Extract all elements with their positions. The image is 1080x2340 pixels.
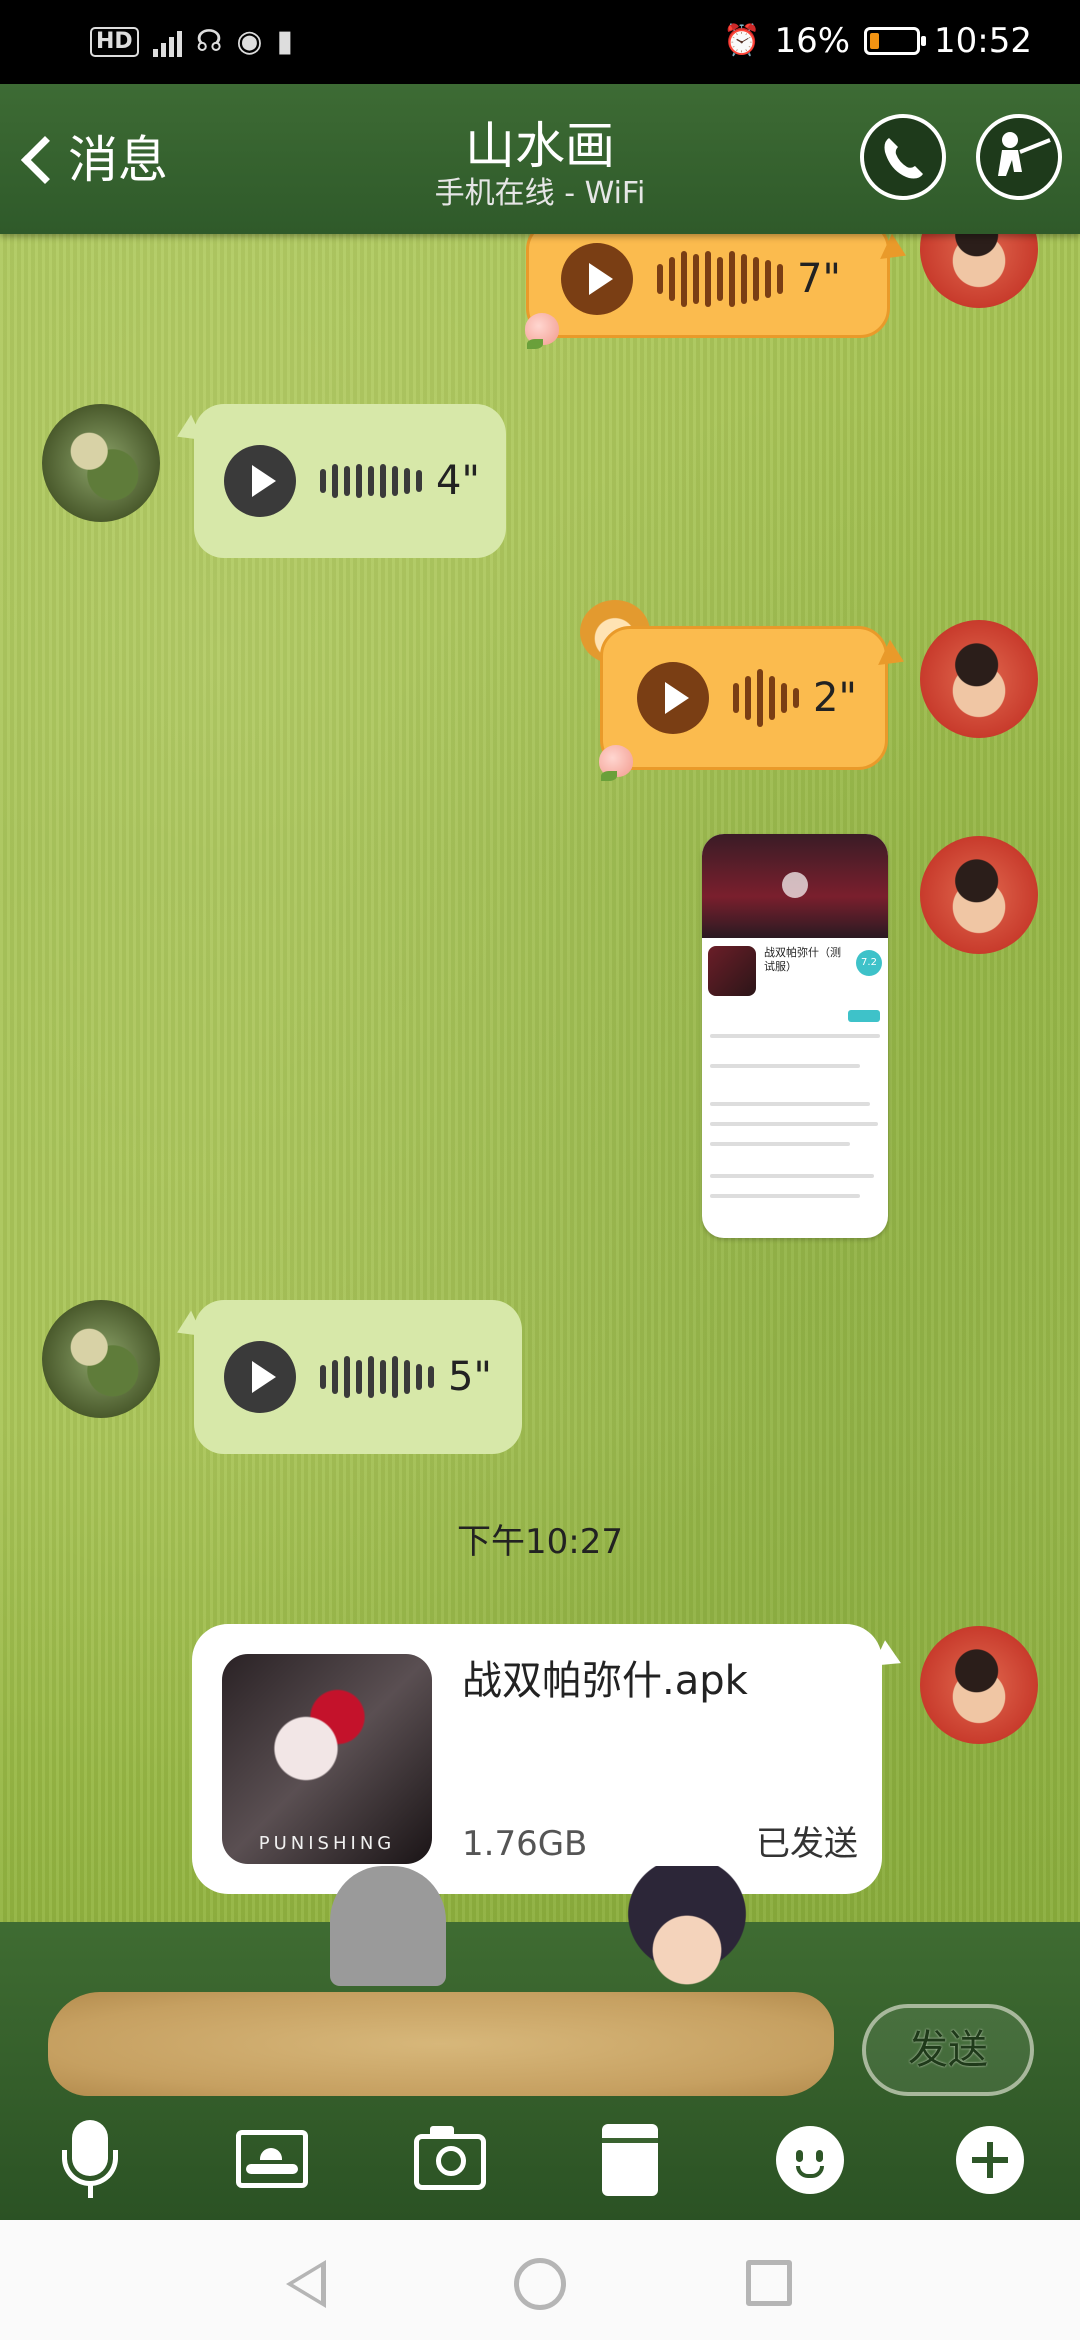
send-button[interactable]: 发送 [862,2004,1034,2096]
play-icon[interactable] [561,243,633,315]
voice-message-incoming[interactable]: 5" [194,1300,522,1454]
file-status: 已发送 [756,1824,858,1864]
clock: 10:52 [934,21,1032,61]
pet-character-icon[interactable] [612,1866,762,1986]
file-thumbnail: PUNISHING [222,1654,432,1864]
plus-icon[interactable] [950,2120,1030,2200]
screenshot-text-line [710,1142,850,1146]
voice-duration: 5" [448,1354,492,1400]
golf-theme-icon[interactable] [976,114,1062,200]
status-right: ⏰ 16% 10:52 [723,16,1032,66]
avatar-self[interactable] [920,620,1038,738]
voice-message-incoming[interactable]: 4" [194,404,506,558]
screenshot-text-line [710,1102,870,1106]
nav-home-icon[interactable] [514,2258,566,2310]
screenshot-text-line [710,1122,878,1126]
signal-icon [152,27,182,57]
play-icon[interactable] [224,1341,296,1413]
file-size: 1.76GB [462,1824,588,1864]
thumbnail-brand: PUNISHING [258,1833,396,1854]
battery-saver-icon: ▮ [276,24,294,59]
file-icon[interactable] [590,2120,670,2200]
waveform-icon [657,251,783,307]
play-icon [782,872,808,898]
screenshot-text-line [710,1064,860,1068]
eye-icon: ◉ [236,24,263,59]
file-message-card[interactable]: PUNISHING 战双帕弥什.apk 1.76GB 已发送 [192,1624,882,1894]
waveform-icon [320,1356,434,1398]
voice-duration: 7" [797,256,841,302]
voice-message-outgoing[interactable]: 7" [525,220,890,349]
screenshot-button [848,1010,880,1022]
avatar-contact[interactable] [42,1300,160,1418]
screenshot-text-line [710,1174,874,1178]
phone-call-icon[interactable] [860,114,946,200]
avatar-self[interactable] [920,836,1038,954]
hd-icon: HD [90,27,139,57]
status-left: HD ☊ ◉ ▮ [90,22,293,62]
voice-duration: 4" [436,458,480,504]
headset-icon: ☊ [195,24,223,59]
app-icon [708,946,756,996]
timestamp-divider: 下午10:27 [457,1522,623,1562]
nav-back-icon[interactable] [286,2260,326,2308]
pet-ghost-icon[interactable] [330,1866,446,1986]
screenshot-app-title: 战双帕弥什（测试服） [764,946,841,973]
file-name: 战双帕弥什.apk [462,1658,748,1704]
image-message-screenshot[interactable]: 战双帕弥什（测试服） 7.2 [702,834,888,1238]
battery-icon [864,27,927,55]
play-icon[interactable] [224,445,296,517]
peach-decoration-icon [525,313,559,349]
peach-decoration-icon [599,745,633,781]
input-toolbar [0,2120,1080,2200]
rating-badge: 7.2 [856,950,882,976]
screenshot-banner [702,834,888,938]
microphone-icon[interactable] [50,2120,130,2200]
voice-duration: 2" [813,675,857,721]
nav-recents-icon[interactable] [746,2260,792,2306]
camera-icon[interactable] [410,2120,490,2200]
avatar-self[interactable] [920,1626,1038,1744]
emoji-icon[interactable] [770,2120,850,2200]
screenshot-text-line [710,1034,880,1038]
play-icon[interactable] [637,662,709,734]
message-input[interactable] [48,1992,834,2096]
waveform-icon [733,669,799,727]
system-nav-bar [0,2220,1080,2340]
waveform-icon [320,464,422,498]
avatar-contact[interactable] [42,404,160,522]
battery-percent: 16% [774,21,851,61]
voice-message-outgoing[interactable]: 2" [599,626,888,781]
photo-icon[interactable] [232,2120,312,2200]
alarm-icon: ⏰ [723,23,761,58]
screenshot-text-line [710,1194,860,1198]
chat-header: 消息 山水画 手机在线 - WiFi [0,84,1080,234]
status-bar: HD ☊ ◉ ▮ ⏰ 16% 10:52 [0,0,1080,84]
